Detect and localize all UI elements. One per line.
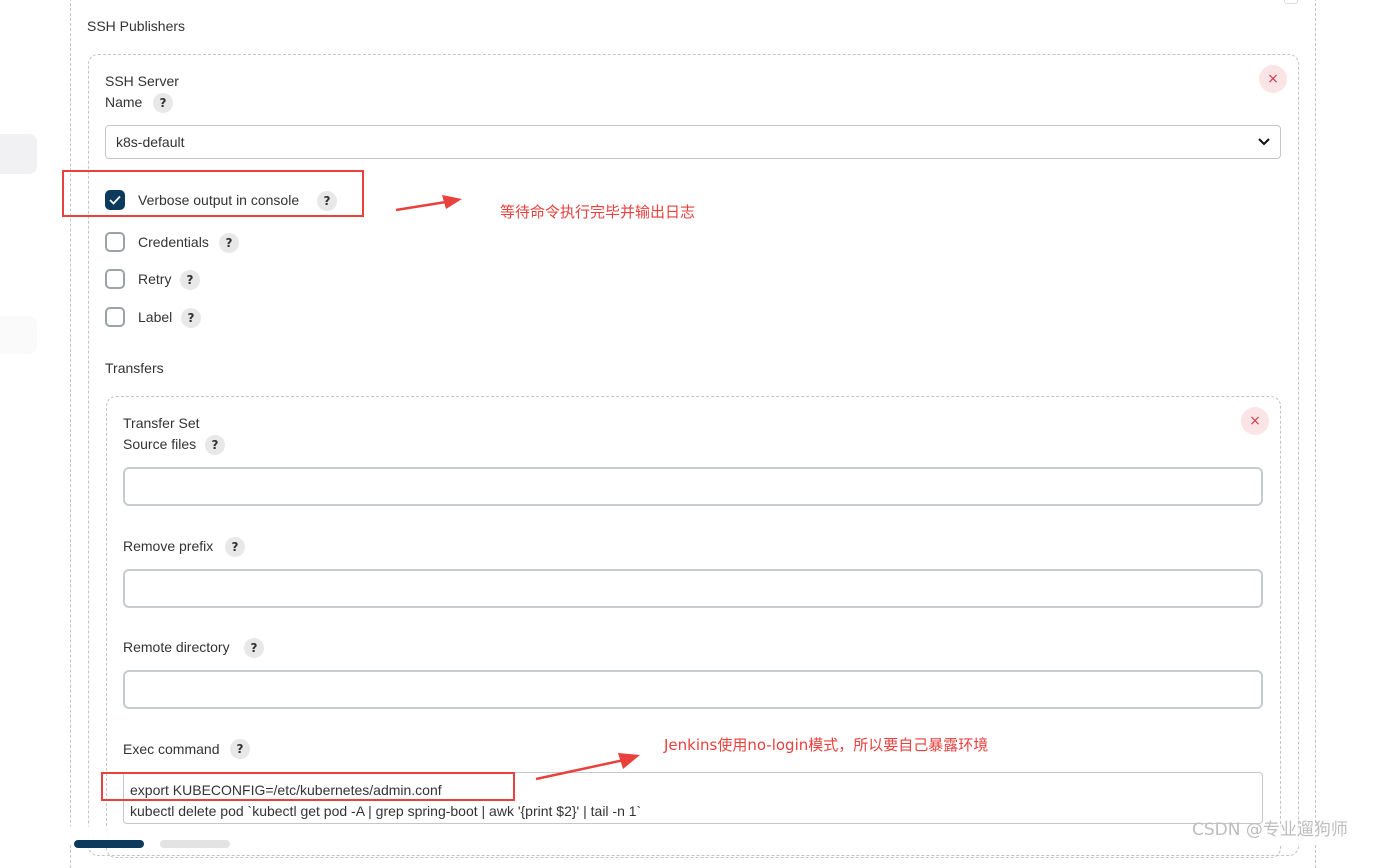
transfer-set-title: Transfer Set	[123, 415, 200, 431]
top-edge-decoration	[1284, 0, 1298, 4]
exec-command-line: kubectl delete pod `kubectl get pod -A |…	[130, 803, 642, 819]
exec-annotation: Jenkins使用no-login模式，所以要自己暴露环境	[664, 736, 989, 754]
delete-transfer-set-button[interactable]: ×	[1241, 407, 1269, 435]
exec-command-label: Exec command	[123, 741, 220, 757]
credentials-label: Credentials	[138, 234, 209, 250]
ssh-server-title: SSH Server	[105, 73, 179, 89]
chevron-down-icon	[1258, 138, 1270, 146]
arrow-icon	[395, 195, 462, 212]
retry-checkbox[interactable]	[105, 269, 125, 289]
help-icon[interactable]: ?	[230, 739, 250, 759]
section-title: SSH Publishers	[87, 18, 186, 34]
help-icon[interactable]: ?	[225, 537, 245, 557]
help-icon[interactable]: ?	[205, 435, 225, 455]
delete-server-button[interactable]: ×	[1259, 65, 1287, 93]
help-icon[interactable]: ?	[244, 638, 264, 658]
help-icon[interactable]: ?	[219, 233, 239, 253]
save-button[interactable]	[74, 840, 144, 848]
exec-highlight-box	[101, 772, 515, 801]
label-label: Label	[138, 309, 173, 325]
transfers-label: Transfers	[105, 360, 164, 376]
label-checkbox[interactable]	[105, 307, 125, 327]
remove-prefix-label: Remove prefix	[123, 538, 214, 554]
remote-directory-label: Remote directory	[123, 639, 230, 655]
remove-prefix-input[interactable]	[123, 569, 1263, 608]
sidebar-item[interactable]	[0, 134, 37, 174]
apply-button[interactable]	[160, 840, 230, 848]
help-icon[interactable]: ?	[153, 93, 173, 113]
name-label: Name	[105, 94, 143, 110]
server-name-select[interactable]: k8s-default	[105, 125, 1281, 159]
credentials-checkbox[interactable]	[105, 232, 125, 252]
sidebar-item[interactable]	[0, 316, 37, 354]
remote-directory-input[interactable]	[123, 670, 1263, 709]
help-icon[interactable]: ?	[180, 270, 200, 290]
help-icon[interactable]: ?	[181, 308, 201, 328]
select-value: k8s-default	[116, 134, 185, 150]
arrow-icon	[535, 753, 640, 781]
verbose-annotation: 等待命令执行完毕并输出日志	[500, 203, 696, 221]
retry-label: Retry	[138, 271, 172, 287]
source-files-label: Source files	[123, 436, 197, 452]
watermark: CSDN @专业遛狗师	[1192, 820, 1348, 840]
verbose-highlight-box	[62, 170, 364, 217]
bottom-bar	[40, 826, 1379, 844]
source-files-input[interactable]	[123, 467, 1263, 506]
